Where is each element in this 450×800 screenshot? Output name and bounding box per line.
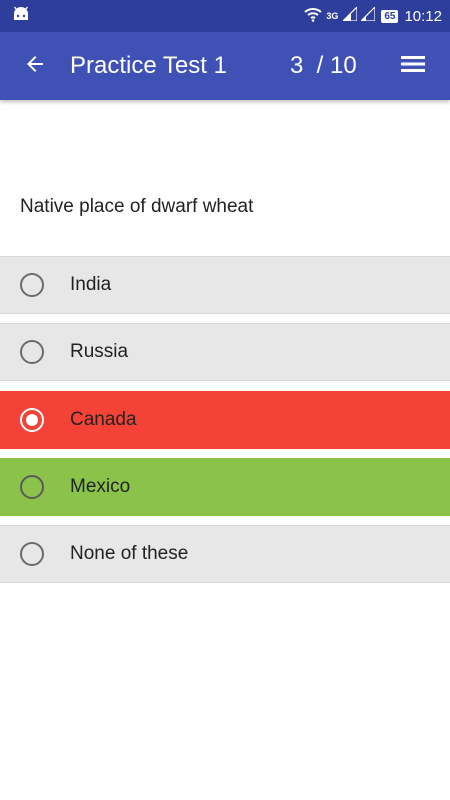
- page-title: Practice Test 1: [70, 52, 227, 79]
- clock: 10:12: [404, 7, 442, 25]
- wifi-icon: [304, 6, 322, 26]
- option-label: Russia: [70, 341, 129, 362]
- option-label: Mexico: [70, 476, 131, 497]
- option-label: None of these: [70, 543, 189, 564]
- arrow-back-icon: [23, 52, 47, 81]
- signal-icon: [359, 5, 376, 25]
- radio-button[interactable]: [0, 458, 67, 516]
- radio-button-selected[interactable]: [0, 391, 67, 449]
- option-russia[interactable]: Russia: [0, 323, 450, 381]
- battery-icon: 65: [381, 9, 399, 23]
- network-type-label: 3G: [326, 11, 339, 21]
- menu-button[interactable]: [400, 32, 450, 100]
- question-counter: 3 / 10: [290, 52, 357, 79]
- menu-icon: [400, 54, 426, 79]
- signal-icon: [341, 5, 358, 25]
- question-text: Native place of dwarf wheat: [20, 196, 254, 217]
- option-mexico[interactable]: Mexico: [0, 458, 450, 516]
- status-left: [12, 6, 30, 27]
- status-right: 3G 65 10:12: [304, 5, 442, 26]
- option-india[interactable]: India: [0, 256, 450, 314]
- option-label: Canada: [70, 409, 137, 430]
- radio-button[interactable]: [0, 256, 67, 314]
- radio-button[interactable]: [0, 323, 67, 381]
- option-none-of-these[interactable]: None of these: [0, 525, 450, 583]
- radio-button[interactable]: [0, 525, 67, 583]
- status-bar: 3G 65 10:12: [0, 0, 450, 32]
- option-canada[interactable]: Canada: [0, 391, 450, 449]
- android-icon: [12, 6, 30, 27]
- option-label: India: [70, 274, 112, 295]
- app-bar: Practice Test 1 3 / 10: [0, 32, 450, 100]
- back-button[interactable]: [0, 32, 70, 100]
